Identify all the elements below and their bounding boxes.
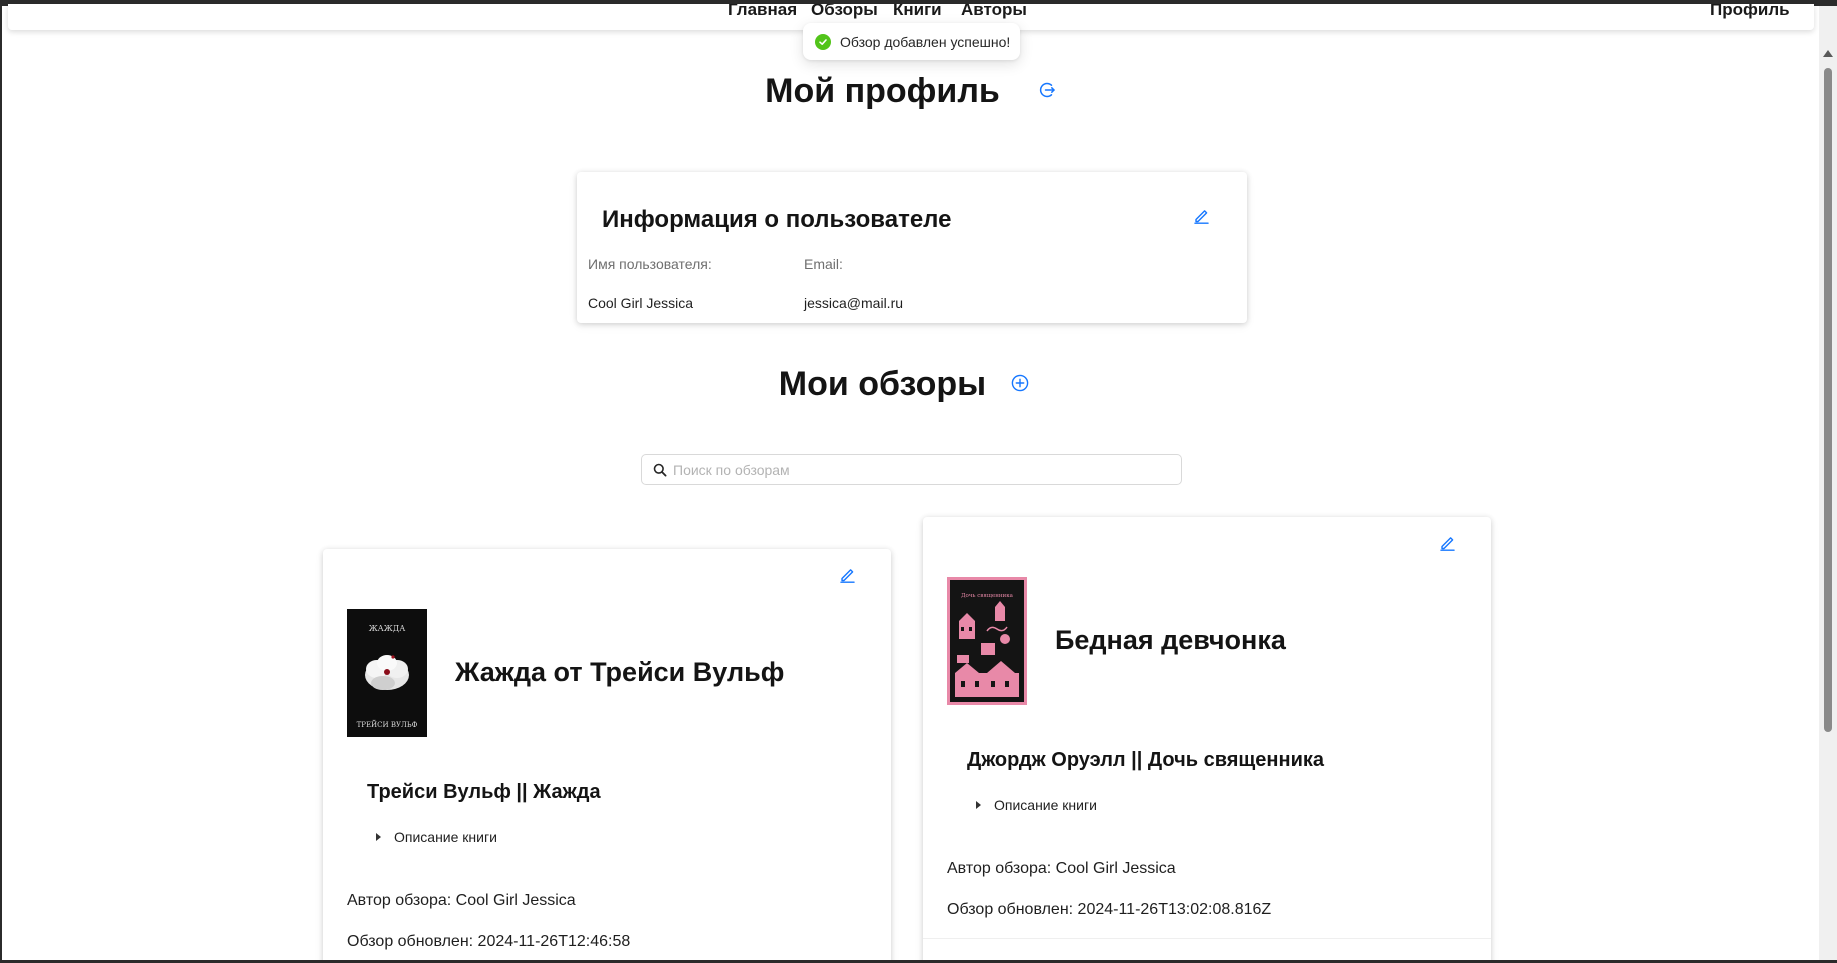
edit-icon[interactable] (1437, 532, 1457, 552)
nav-item-books[interactable]: Книги (893, 4, 942, 20)
review-updated-date: Обзор обновлен: 2024-11-26T12:46:58 (347, 933, 631, 950)
reviews-title-row: Мои обзоры (0, 365, 1765, 404)
profile-title-row: Мой профиль (0, 72, 1765, 111)
review-card: Дочь священника Бедная девчонка Джордж О… (923, 517, 1491, 963)
review-heading: Жажда от Трейси Вульф (455, 657, 785, 687)
review-author: Автор обзора: Cool Girl Jessica (947, 860, 1176, 877)
edit-icon[interactable] (1191, 205, 1211, 225)
edit-icon[interactable] (837, 564, 857, 584)
window-frame-left (0, 0, 2, 963)
book-cover-image: Дочь священника (947, 577, 1027, 705)
reviews-search[interactable] (641, 454, 1182, 485)
scroll-up-icon[interactable] (1823, 50, 1833, 57)
book-description-toggle[interactable]: Описание книги (376, 829, 497, 845)
nav-item-profile[interactable]: Профиль (1710, 4, 1790, 20)
search-icon (653, 463, 667, 476)
review-heading: Бедная девчонка (1055, 625, 1286, 655)
book-description-label: Описание книги (994, 797, 1097, 813)
cover-author-text: ТРЕЙСИ ВУЛЬФ (357, 720, 418, 729)
search-input[interactable] (673, 461, 1173, 478)
cover-title-text: ЖАЖДА (369, 624, 406, 633)
reviews-title: Мои обзоры (778, 365, 987, 403)
user-info-card: Информация о пользователе Имя пользовате… (577, 172, 1247, 323)
username-label: Имя пользователя: (588, 256, 712, 272)
nav-item-home[interactable]: Главная (728, 4, 797, 20)
review-author: Автор обзора: Cool Girl Jessica (347, 892, 576, 909)
plus-circle-icon[interactable] (1010, 373, 1030, 393)
review-card: ЖАЖДА ТРЕЙСИ ВУЛЬФ Жажда от Трейси Вульф… (323, 549, 891, 963)
cover-title-text: Дочь священника (961, 593, 1014, 599)
logout-icon[interactable] (1037, 80, 1057, 100)
book-cover-image: ЖАЖДА ТРЕЙСИ ВУЛЬФ (347, 609, 427, 737)
nav-item-reviews[interactable]: Обзоры (811, 4, 878, 20)
book-description-toggle[interactable]: Описание книги (976, 797, 1097, 813)
book-title-line: Трейси Вульф || Жажда (367, 781, 601, 803)
check-circle-icon (815, 33, 831, 50)
book-description-label: Описание книги (394, 829, 497, 845)
email-value: jessica@mail.ru (804, 295, 904, 311)
review-updated-date: Обзор обновлен: 2024-11-26T13:02:08.816Z (947, 901, 1272, 918)
toast-message: Обзор добавлен успешно! (840, 33, 1011, 50)
email-label: Email: (804, 256, 843, 272)
nav-item-authors[interactable]: Авторы (961, 4, 1027, 20)
caret-right-icon (376, 833, 381, 841)
page-scrollbar[interactable] (1819, 6, 1837, 960)
card-divider (923, 938, 1491, 939)
page-title: Мой профиль (765, 72, 1000, 110)
username-value: Cool Girl Jessica (588, 295, 694, 311)
caret-right-icon (976, 801, 981, 809)
scroll-thumb[interactable] (1824, 68, 1832, 732)
book-title-line: Джордж Оруэлл || Дочь священника (967, 749, 1325, 771)
user-info-title: Информация о пользователе (602, 206, 952, 233)
success-toast: Обзор добавлен успешно! (803, 23, 1020, 60)
